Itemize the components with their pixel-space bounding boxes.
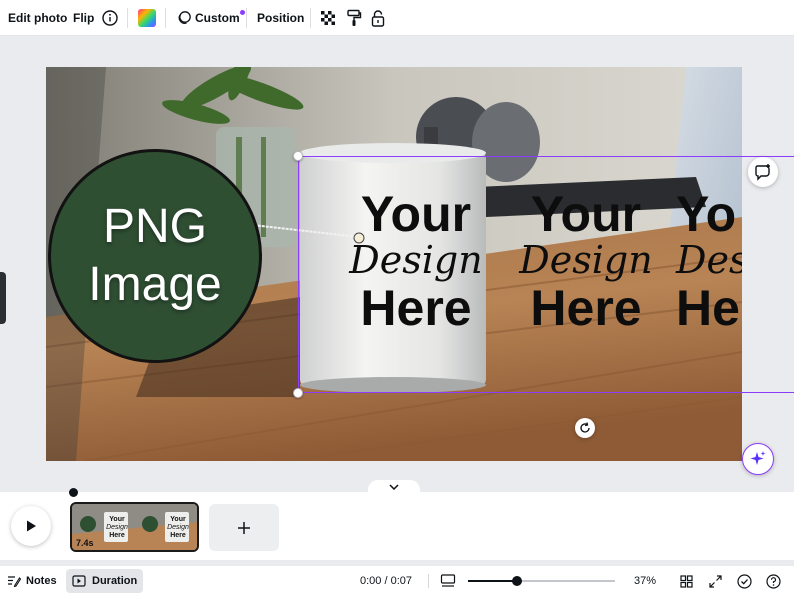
resize-handle-top-left[interactable]: [293, 151, 303, 161]
badge-text-line2: Image: [88, 258, 222, 311]
zoom-value: 37%: [634, 575, 657, 587]
notes-icon: [8, 576, 21, 587]
custom-indicator-dot: [239, 9, 245, 15]
clip-duration: 7.4s: [76, 538, 94, 548]
clip-text-block: Your Design Here: [103, 516, 131, 540]
paint-roller-icon[interactable]: [346, 0, 362, 36]
clip-text-line3: Here: [170, 532, 186, 540]
zoom-slider-knob[interactable]: [511, 576, 522, 586]
time-display: 0:00 / 0:07: [360, 566, 412, 596]
selection-box[interactable]: [298, 156, 794, 393]
check-status-icon[interactable]: [737, 566, 752, 596]
resize-handle-bottom-left[interactable]: [293, 388, 303, 398]
sparkle-icon: [750, 451, 766, 465]
zoom-level[interactable]: 37%: [634, 566, 656, 596]
zoom-slider[interactable]: [468, 576, 615, 586]
bottom-bar: Notes Duration 0:00 / 0:07 37%: [0, 566, 794, 596]
video-icon: [72, 575, 86, 587]
fullscreen-icon[interactable]: [709, 566, 722, 596]
magic-assistant-button[interactable]: [742, 443, 774, 475]
effects-icon: [178, 11, 191, 24]
flip-button[interactable]: Flip: [73, 0, 94, 36]
clip-text-line3: Here: [109, 532, 125, 540]
playhead-marker[interactable]: [69, 488, 78, 497]
divider: [428, 574, 429, 588]
time-readout: 0:00 / 0:07: [360, 575, 412, 587]
play-button[interactable]: [11, 506, 51, 546]
clip-text-line2: Design: [167, 524, 189, 532]
grid-view-icon[interactable]: [680, 566, 693, 596]
clip-text-line2: Design: [106, 524, 128, 532]
position-button[interactable]: Position: [257, 0, 304, 36]
clip-text-block: Your Design Here: [164, 516, 192, 540]
add-comment-button[interactable]: [748, 157, 778, 187]
clip-text-line1: Your: [109, 516, 125, 523]
side-panel-toggle[interactable]: [0, 272, 6, 324]
notes-label: Notes: [26, 575, 57, 587]
badge-text-line1: PNG: [102, 200, 207, 254]
plus-icon: [238, 521, 250, 534]
color-swatch-button[interactable]: [138, 0, 156, 36]
notes-button[interactable]: Notes: [7, 566, 57, 596]
transparency-icon[interactable]: [320, 0, 336, 36]
duration-label: Duration: [92, 575, 138, 587]
rotate-handle[interactable]: [575, 418, 595, 438]
play-icon: [27, 520, 36, 532]
add-page-button[interactable]: [209, 504, 279, 551]
clip-text-line1: Your: [170, 516, 186, 523]
help-icon[interactable]: [766, 566, 781, 596]
png-image-badge: PNG Image: [48, 149, 262, 363]
custom-effects-button[interactable]: Custom: [176, 0, 245, 36]
edit-photo-button[interactable]: Edit photo: [8, 0, 67, 36]
timeline-panel: Your Design Here Your Design Here 7.4s: [0, 488, 794, 560]
chevron-down-icon: [389, 484, 399, 490]
flip-label: Flip: [73, 11, 95, 25]
color-gradient-icon: [138, 9, 156, 27]
duration-button[interactable]: Duration: [66, 569, 144, 593]
zoom-slider-fill: [468, 580, 517, 582]
rotate-icon: [580, 422, 590, 433]
info-icon[interactable]: [102, 0, 118, 36]
edit-photo-label: Edit photo: [8, 11, 68, 25]
position-label: Position: [257, 11, 305, 25]
lock-icon[interactable]: [371, 0, 385, 36]
custom-label: Custom: [195, 11, 240, 25]
top-toolbar: Edit photo Flip Custom Position: [0, 0, 794, 36]
comment-add-icon: [755, 164, 770, 181]
timeline-clip[interactable]: Your Design Here Your Design Here 7.4s: [70, 502, 199, 552]
page-view-icon[interactable]: [440, 566, 456, 596]
